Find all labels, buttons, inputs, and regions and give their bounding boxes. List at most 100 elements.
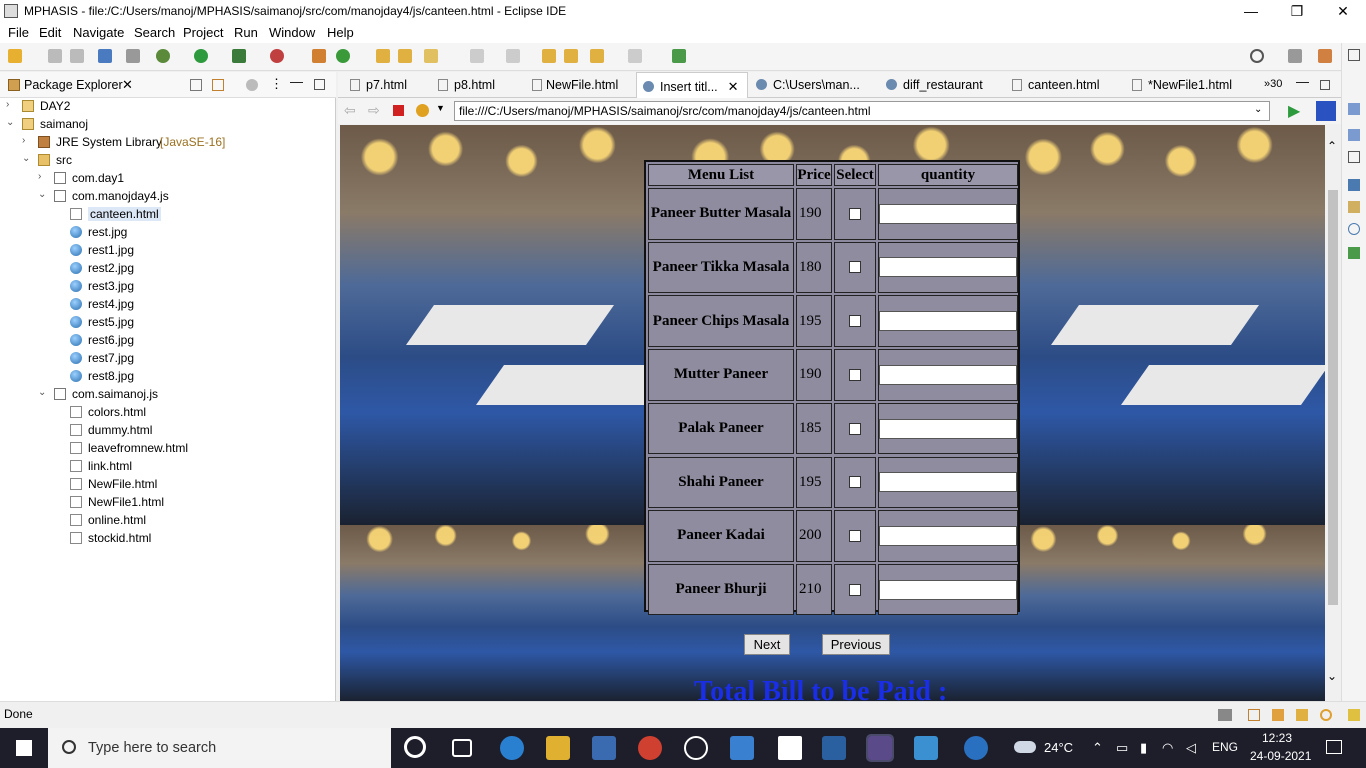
menu-navigate[interactable]: Navigate (73, 25, 124, 40)
store-icon[interactable] (592, 736, 616, 760)
run-icon[interactable] (194, 49, 208, 63)
back-icon[interactable] (590, 49, 604, 63)
select-checkbox[interactable] (849, 315, 861, 328)
edge-icon[interactable] (500, 736, 524, 760)
stop-icon[interactable] (393, 105, 404, 116)
windows-start-icon[interactable] (16, 740, 32, 756)
hat-icon[interactable] (1272, 709, 1284, 721)
go-icon[interactable]: ▶ (1288, 101, 1300, 121)
task-list-icon[interactable] (1348, 129, 1360, 141)
edit-icon[interactable] (424, 49, 438, 63)
github-icon[interactable] (684, 736, 708, 760)
collapse-arrow-icon[interactable]: ⌄ (22, 153, 30, 164)
next-button[interactable]: Next (744, 634, 790, 655)
tab-close-icon[interactable]: ✕ (728, 79, 739, 94)
pencil-icon[interactable] (1296, 709, 1308, 721)
filter-icon[interactable] (246, 79, 258, 91)
dropbox-icon[interactable] (778, 736, 802, 760)
tree-item[interactable]: link.html (0, 457, 336, 475)
back-arrow-icon[interactable]: ⇦ (344, 102, 356, 119)
quantity-input[interactable] (879, 472, 1017, 493)
menu-edit[interactable]: Edit (39, 25, 61, 40)
language-indicator[interactable]: ENG (1212, 740, 1238, 754)
expand-arrow-icon[interactable]: › (22, 135, 25, 146)
progress-icon[interactable] (1218, 709, 1232, 721)
tab-insert-title[interactable]: Insert titl... ✕ (636, 72, 748, 98)
restore-icon[interactable] (1348, 151, 1360, 163)
tree-item[interactable]: rest2.jpg (0, 259, 336, 277)
hierarchy-icon[interactable] (1348, 179, 1360, 191)
select-checkbox[interactable] (849, 583, 861, 596)
quantity-input[interactable] (879, 364, 1017, 385)
collapse-arrow-icon[interactable]: ⌄ (6, 117, 14, 128)
tree-item[interactable]: ⌄ com.manojday4.js (0, 187, 336, 205)
select-checkbox[interactable] (849, 476, 861, 489)
collapse-arrow-icon[interactable]: ⌄ (38, 387, 46, 398)
maximize-editor-icon[interactable] (1320, 80, 1330, 90)
link-editor-icon[interactable] (212, 79, 224, 91)
open-perspective-icon[interactable] (1288, 49, 1302, 63)
search-icon[interactable] (1250, 49, 1264, 63)
tab-canteen[interactable]: canteen.html (1012, 72, 1132, 98)
tree-item[interactable]: rest7.jpg (0, 349, 336, 367)
javadoc-icon[interactable] (1348, 223, 1360, 235)
skip-breakpoints-icon[interactable] (126, 49, 140, 63)
minimize-button[interactable]: — (1228, 0, 1274, 23)
tree-item[interactable]: rest5.jpg (0, 313, 336, 331)
clock-date[interactable]: 24-09-2021 (1250, 749, 1311, 763)
tree-item[interactable]: dummy.html (0, 421, 336, 439)
quantity-input[interactable] (879, 203, 1017, 224)
weather-cloud-icon[interactable] (1014, 741, 1036, 753)
save-icon[interactable] (48, 49, 62, 63)
previous-button[interactable]: Previous (822, 634, 890, 655)
open-type-icon[interactable] (376, 49, 390, 63)
menu-file[interactable]: File (8, 25, 29, 40)
quantity-input[interactable] (879, 579, 1017, 600)
package-explorer-title[interactable]: Package Explorer (24, 78, 123, 92)
microphone-icon[interactable]: ▮ (1140, 740, 1147, 756)
restore-icon[interactable] (1348, 49, 1360, 61)
notification-icon[interactable] (1326, 740, 1342, 754)
tree-item[interactable]: stockid.html (0, 529, 336, 547)
close-button[interactable]: ✕ (1320, 0, 1366, 23)
wifi-icon[interactable]: ◠ (1162, 740, 1173, 756)
tree-item[interactable]: › JRE System Library [JavaSE-16] (0, 133, 336, 151)
debug-icon[interactable] (156, 49, 170, 63)
history-dropdown-icon[interactable]: ▼ (436, 103, 445, 113)
volume-icon[interactable]: ◁ (1186, 740, 1196, 756)
photos-icon[interactable] (914, 736, 938, 760)
terminal-icon[interactable] (98, 49, 112, 63)
taskbar-search-box[interactable]: Type here to search (48, 728, 391, 768)
pin-editor-icon[interactable] (672, 49, 686, 63)
forward-icon[interactable] (628, 49, 642, 63)
scroll-up-icon[interactable]: ⌃ (1327, 139, 1337, 153)
open-external-browser-icon[interactable] (1316, 101, 1336, 121)
tab-overflow-button[interactable]: »30 (1264, 72, 1290, 98)
tree-item[interactable]: ⌄ com.saimanoj.js (0, 385, 336, 403)
quantity-input[interactable] (879, 311, 1017, 332)
coverage-icon[interactable] (232, 49, 246, 63)
show-hidden-icons[interactable]: ⌃ (1092, 740, 1103, 756)
next-annotation-icon[interactable] (470, 49, 484, 63)
new-class-icon[interactable] (336, 49, 350, 63)
new-icon[interactable] (8, 49, 22, 63)
select-checkbox[interactable] (849, 422, 861, 435)
url-input[interactable]: file:///C:/Users/manoj/MPHASIS/saimanoj/… (454, 101, 1270, 121)
save-all-icon[interactable] (70, 49, 84, 63)
select-checkbox[interactable] (849, 207, 861, 220)
tab-newfile1[interactable]: *NewFile1.html (1132, 72, 1262, 98)
tips-icon[interactable] (1320, 709, 1332, 721)
collapse-arrow-icon[interactable]: ⌄ (38, 189, 46, 200)
tab-p8[interactable]: p8.html (434, 72, 532, 98)
declaration-icon[interactable] (1348, 247, 1360, 259)
tree-item[interactable]: rest1.jpg (0, 241, 336, 259)
external-tools-icon[interactable] (270, 49, 284, 63)
tab-p7[interactable]: p7.html (342, 72, 434, 98)
clock-time[interactable]: 12:23 (1262, 731, 1292, 745)
tree-item[interactable]: › DAY2 (0, 97, 336, 115)
tree-item[interactable]: rest4.jpg (0, 295, 336, 313)
prev-annotation-icon[interactable] (506, 49, 520, 63)
java-perspective-icon[interactable] (1318, 49, 1332, 63)
file-explorer-icon[interactable] (546, 736, 570, 760)
forward-arrow-icon[interactable]: ⇨ (368, 102, 380, 119)
